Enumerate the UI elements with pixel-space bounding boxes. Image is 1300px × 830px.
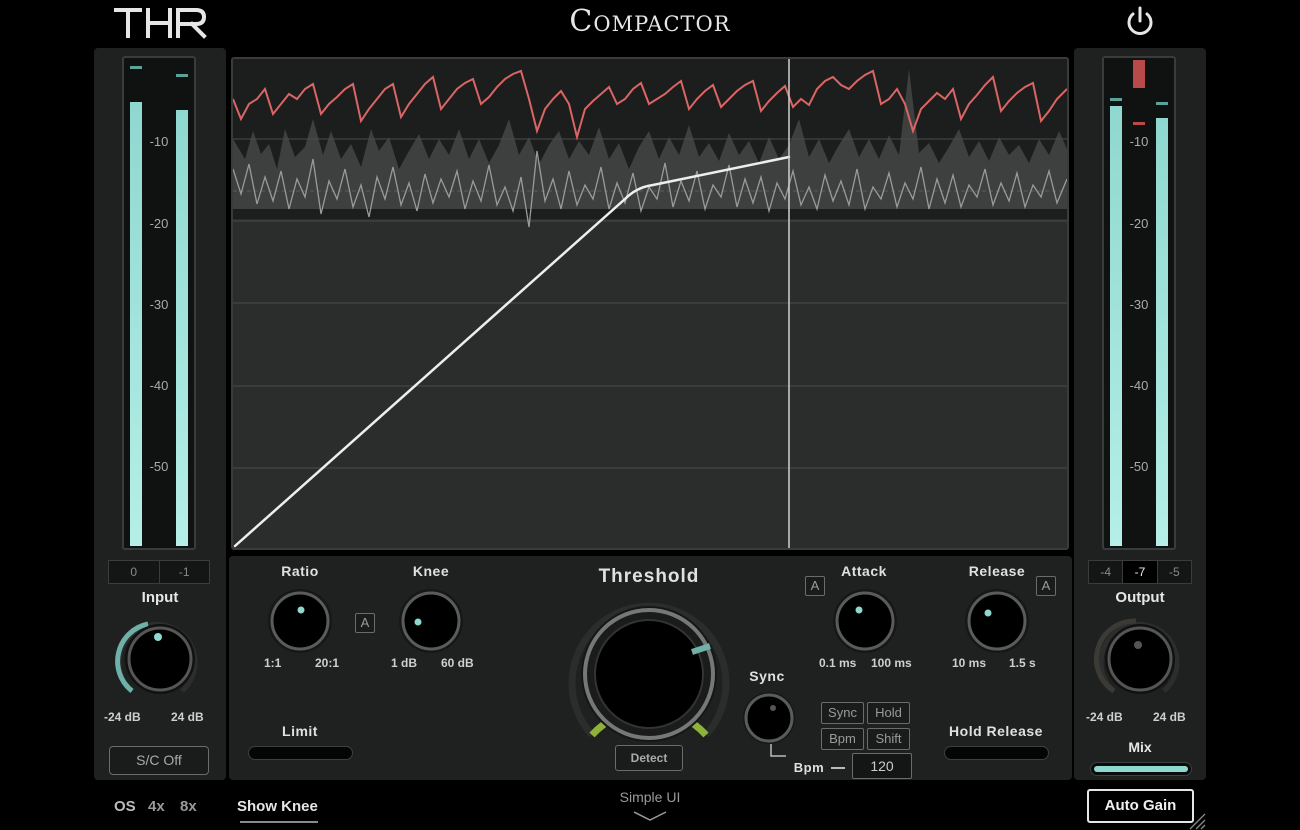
knee-max-label: 60 dB [441,656,474,670]
show-knee-underline [240,821,318,823]
output-meter-bar-right [1156,118,1168,546]
sync-knob[interactable] [742,691,796,745]
bpm-dash [831,767,845,769]
graph-canvas [233,59,1067,548]
attack-knob[interactable] [832,588,898,654]
hold-mode-button[interactable]: Hold [867,702,910,724]
output-meter-bar-left [1110,106,1122,546]
transfer-graph[interactable] [231,57,1069,550]
meter-tick: -20 [149,216,169,231]
input-label: Input [141,589,179,606]
output-meter: -10 -20 -30 -40 -50 [1102,56,1176,550]
resize-handle-icon[interactable] [1188,812,1206,830]
app-title: Compactor [569,4,731,39]
bpm-label: Bpm [793,760,825,775]
sc-off-button[interactable]: S/C Off [109,746,209,775]
output-readout-gr: -7 [1122,561,1157,583]
ratio-min-label: 1:1 [264,656,282,670]
output-readout-left: -4 [1100,565,1111,579]
meter-tick: -30 [1129,297,1149,312]
output-gr-marker [1133,122,1145,125]
output-label: Output [1115,589,1165,606]
bpm-bracket-icon [770,744,786,757]
release-auto-button[interactable]: A [1036,576,1056,596]
input-knob[interactable] [108,611,206,701]
meter-tick: -30 [149,297,169,312]
meter-tick: -50 [1129,459,1149,474]
attack-auto-button[interactable]: A [805,576,825,596]
meter-tick: -10 [149,134,169,149]
limit-label: Limit [282,723,318,739]
output-panel: -10 -20 -30 -40 -50 -4 -7 -5 Output -24 … [1074,48,1206,780]
output-max-label: 24 dB [1153,710,1186,724]
threshold-label: Threshold [598,566,700,587]
output-min-label: -24 dB [1086,710,1123,724]
knee-knob[interactable] [398,588,464,654]
attack-max-label: 100 ms [871,656,912,670]
limit-slider[interactable] [248,746,353,760]
oversampling-4x-button[interactable]: 4x [148,798,165,815]
input-meter-bar-right [176,110,188,546]
output-clip-indicator [1133,60,1145,88]
release-knob[interactable] [964,588,1030,654]
show-knee-button[interactable]: Show Knee [237,798,318,815]
hold-release-slider[interactable] [944,746,1049,760]
thr-logo [114,8,207,39]
bpm-input[interactable]: 120 [852,753,912,779]
knee-label: Knee [412,563,450,579]
auto-gain-button[interactable]: Auto Gain [1087,789,1194,823]
input-meter: -10 -20 -30 -40 -50 [122,56,196,550]
input-min-label: -24 dB [104,710,141,724]
output-knob[interactable] [1090,611,1188,701]
controls-panel: Ratio 1:1 20:1 A Knee 1 dB 60 dB Limit T… [229,556,1072,780]
input-max-label: 24 dB [171,710,204,724]
input-peak-value-right: -1 [158,561,210,583]
chevron-down-icon[interactable] [632,810,668,822]
sync-mode-button[interactable]: Sync [821,702,864,724]
meter-tick: -20 [1129,216,1149,231]
mix-label: Mix [1128,739,1152,755]
sync-label: Sync [749,668,785,684]
mix-slider[interactable] [1090,762,1192,776]
knee-min-label: 1 dB [391,656,418,670]
oversampling-8x-button[interactable]: 8x [180,798,197,815]
mix-slider-fill [1094,766,1188,772]
ratio-knob[interactable] [267,588,333,654]
meter-tick: -40 [149,378,169,393]
detect-button[interactable]: Detect [615,745,683,771]
oversampling-label: OS [114,798,136,815]
auto-gain-label: Auto Gain [1104,797,1177,814]
attack-label: Attack [841,563,887,579]
output-peak-left [1110,98,1122,101]
meter-tick: -40 [1129,378,1149,393]
input-meter-bar-left [130,102,142,546]
ratio-auto-button[interactable]: A [355,613,375,633]
power-icon[interactable] [1122,4,1158,40]
input-peak-readout[interactable]: 0 -1 [108,560,210,584]
release-label: Release [968,563,1026,579]
ratio-max-label: 20:1 [315,656,340,670]
input-peak-right [176,74,188,77]
bpm-mode-button[interactable]: Bpm [821,728,864,750]
threshold-knob[interactable] [566,592,732,742]
ratio-label: Ratio [281,563,319,579]
output-peak-right [1156,102,1168,105]
input-peak-left [130,66,142,69]
simple-ui-button[interactable]: Simple UI [600,789,700,805]
release-max-label: 1.5 s [1009,656,1036,670]
shift-mode-button[interactable]: Shift [867,728,910,750]
meter-tick: -50 [149,459,169,474]
hold-release-label: Hold Release [949,723,1043,739]
input-panel: -10 -20 -30 -40 -50 0 -1 Input -24 dB 24… [94,48,226,780]
input-peak-value-left: 0 [130,565,138,579]
meter-tick: -10 [1129,134,1149,149]
attack-min-label: 0.1 ms [819,656,857,670]
output-readout[interactable]: -4 -7 -5 [1088,560,1192,584]
output-readout-right: -5 [1156,561,1191,583]
release-min-label: 10 ms [952,656,987,670]
